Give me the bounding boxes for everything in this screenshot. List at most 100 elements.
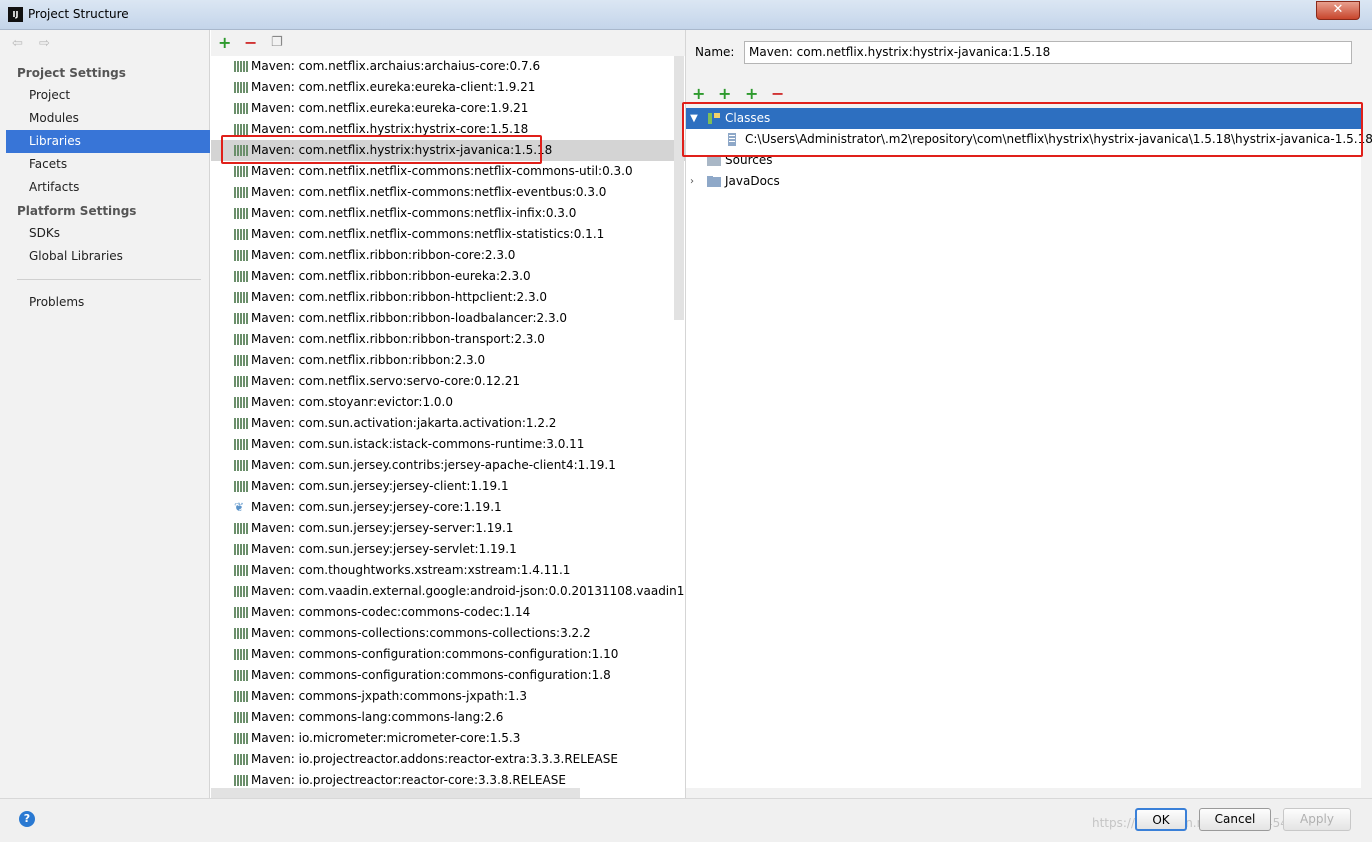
library-name: Maven: commons-lang:commons-lang:2.6 (251, 710, 504, 724)
library-list-item[interactable]: Maven: com.sun.jersey:jersey-client:1.19… (211, 476, 685, 497)
library-icon (234, 187, 248, 198)
library-name: Maven: io.projectreactor.addons:reactor-… (251, 752, 618, 766)
library-name: Maven: com.sun.jersey:jersey-server:1.19… (251, 521, 514, 535)
cancel-button[interactable]: Cancel (1199, 808, 1271, 831)
library-list-item[interactable]: Maven: io.projectreactor.addons:reactor-… (211, 749, 685, 770)
sidebar-item-project[interactable]: Project (6, 84, 210, 107)
library-name: Maven: com.sun.jersey:jersey-core:1.19.1 (251, 500, 502, 514)
library-list-item[interactable]: Maven: com.netflix.ribbon:ribbon-transpo… (211, 329, 685, 350)
library-list-item[interactable]: Maven: com.netflix.ribbon:ribbon-core:2.… (211, 245, 685, 266)
library-list[interactable]: Maven: com.netflix.archaius:archaius-cor… (211, 56, 685, 798)
library-name: Maven: com.netflix.servo:servo-core:0.12… (251, 374, 521, 388)
library-icon (234, 271, 248, 282)
window-title: Project Structure (28, 7, 129, 21)
library-list-item[interactable]: Maven: com.netflix.servo:servo-core:0.12… (211, 371, 685, 392)
library-name: Maven: commons-configuration:commons-con… (251, 647, 619, 661)
sidebar-item-global-libraries[interactable]: Global Libraries (6, 245, 210, 268)
sidebar-divider (17, 279, 201, 280)
sidebar-item-libraries[interactable]: Libraries (6, 130, 210, 153)
library-list-item[interactable]: Maven: com.netflix.eureka:eureka-client:… (211, 77, 685, 98)
expand-chevron-icon[interactable]: › (686, 171, 698, 192)
library-icon (234, 418, 248, 429)
library-list-horizontal-scrollbar[interactable] (211, 788, 580, 798)
library-icon (234, 733, 248, 744)
tree-node-label: JavaDocs (725, 174, 780, 188)
library-name: Maven: com.sun.jersey:jersey-servlet:1.1… (251, 542, 517, 556)
library-list-item[interactable]: Maven: com.netflix.ribbon:ribbon:2.3.0 (211, 350, 685, 371)
library-list-item[interactable]: Maven: com.netflix.netflix-commons:netfl… (211, 224, 685, 245)
library-icon (234, 313, 248, 324)
library-list-item[interactable]: Maven: com.vaadin.external.google:androi… (211, 581, 685, 602)
sidebar-item-artifacts[interactable]: Artifacts (6, 176, 210, 199)
apply-button[interactable]: Apply (1283, 808, 1351, 831)
add-library-icon[interactable]: + (218, 33, 231, 52)
library-list-item[interactable]: Maven: com.sun.jersey:jersey-servlet:1.1… (211, 539, 685, 560)
leaf-icon: ❦ (234, 500, 245, 514)
library-name: Maven: com.sun.jersey.contribs:jersey-ap… (251, 458, 616, 472)
name-label: Name: (695, 45, 735, 59)
library-list-item[interactable]: Maven: com.thoughtworks.xstream:xstream:… (211, 560, 685, 581)
library-name: Maven: com.thoughtworks.xstream:xstream:… (251, 563, 571, 577)
library-list-item[interactable]: Maven: commons-jxpath:commons-jxpath:1.3 (211, 686, 685, 707)
copy-library-icon[interactable]: ❐ (271, 35, 283, 50)
library-icon (234, 61, 248, 72)
forward-arrow-icon[interactable]: ⇨ (39, 36, 50, 51)
library-list-item[interactable]: Maven: commons-codec:commons-codec:1.14 (211, 602, 685, 623)
sidebar-item-problems[interactable]: Problems (6, 291, 210, 314)
library-list-item[interactable]: Maven: com.netflix.ribbon:ribbon-loadbal… (211, 308, 685, 329)
library-list-item[interactable]: Maven: com.sun.activation:jakarta.activa… (211, 413, 685, 434)
library-icon (234, 544, 248, 555)
library-name: Maven: com.netflix.netflix-commons:netfl… (251, 185, 607, 199)
help-icon[interactable]: ? (19, 811, 35, 827)
library-list-item[interactable]: Maven: commons-configuration:commons-con… (211, 665, 685, 686)
library-list-item[interactable]: Maven: com.netflix.ribbon:ribbon-httpcli… (211, 287, 685, 308)
library-name: Maven: com.vaadin.external.google:androi… (251, 584, 685, 598)
library-list-item[interactable]: Maven: com.netflix.netflix-commons:netfl… (211, 161, 685, 182)
library-name: Maven: commons-configuration:commons-con… (251, 668, 611, 682)
library-name: Maven: com.netflix.netflix-commons:netfl… (251, 227, 605, 241)
add-root-icon[interactable]: + (692, 84, 705, 103)
library-icon (234, 481, 248, 492)
library-name: Maven: com.netflix.ribbon:ribbon-loadbal… (251, 311, 568, 325)
project-settings-header: Project Settings (17, 66, 126, 80)
library-name: Maven: com.netflix.archaius:archaius-cor… (251, 59, 541, 73)
library-list-item[interactable]: Maven: com.stoyanr:evictor:1.0.0 (211, 392, 685, 413)
library-icon (234, 712, 248, 723)
add-root-jar-icon[interactable]: + (745, 84, 758, 103)
library-icon (234, 628, 248, 639)
library-icon (234, 439, 248, 450)
library-list-item[interactable]: Maven: commons-collections:commons-colle… (211, 623, 685, 644)
remove-root-icon[interactable]: − (771, 84, 784, 103)
remove-library-icon[interactable]: − (244, 33, 257, 52)
library-list-item[interactable]: Maven: com.sun.jersey:jersey-server:1.19… (211, 518, 685, 539)
library-name: Maven: com.stoyanr:evictor:1.0.0 (251, 395, 453, 409)
javadocs-folder-icon (707, 176, 721, 187)
sidebar-item-facets[interactable]: Facets (6, 153, 210, 176)
library-list-item[interactable]: Maven: com.netflix.netflix-commons:netfl… (211, 203, 685, 224)
library-list-item[interactable]: Maven: io.micrometer:micrometer-core:1.5… (211, 728, 685, 749)
library-list-item[interactable]: Maven: commons-configuration:commons-con… (211, 644, 685, 665)
library-icon (234, 523, 248, 534)
library-list-item[interactable]: Maven: com.netflix.ribbon:ribbon-eureka:… (211, 266, 685, 287)
library-name: Maven: com.netflix.hystrix:hystrix-core:… (251, 122, 529, 136)
library-list-item[interactable]: Maven: commons-lang:commons-lang:2.6 (211, 707, 685, 728)
sidebar-item-sdks[interactable]: SDKs (6, 222, 210, 245)
library-name: Maven: commons-codec:commons-codec:1.14 (251, 605, 531, 619)
add-root-url-icon[interactable]: + (718, 84, 731, 103)
library-list-item[interactable]: Maven: com.netflix.archaius:archaius-cor… (211, 56, 685, 77)
library-list-item[interactable]: Maven: com.sun.istack:istack-commons-run… (211, 434, 685, 455)
library-list-item[interactable]: Maven: com.sun.jersey.contribs:jersey-ap… (211, 455, 685, 476)
library-list-item[interactable]: Maven: com.netflix.netflix-commons:netfl… (211, 182, 685, 203)
library-name: Maven: com.netflix.eureka:eureka-core:1.… (251, 101, 529, 115)
library-list-item[interactable]: Maven: com.netflix.eureka:eureka-core:1.… (211, 98, 685, 119)
library-list-vertical-scrollbar[interactable] (674, 56, 684, 320)
library-icon (234, 565, 248, 576)
sidebar-item-modules[interactable]: Modules (6, 107, 210, 130)
close-button[interactable]: ✕ (1316, 1, 1360, 20)
library-list-item[interactable]: ❦ Maven: com.sun.jersey:jersey-core:1.19.… (211, 497, 685, 518)
library-name: Maven: com.sun.istack:istack-commons-run… (251, 437, 585, 451)
library-name: Maven: com.sun.activation:jakarta.activa… (251, 416, 557, 430)
library-name-field[interactable]: Maven: com.netflix.hystrix:hystrix-javan… (744, 41, 1352, 64)
back-arrow-icon[interactable]: ⇦ (12, 36, 23, 51)
ok-button[interactable]: OK (1135, 808, 1187, 831)
